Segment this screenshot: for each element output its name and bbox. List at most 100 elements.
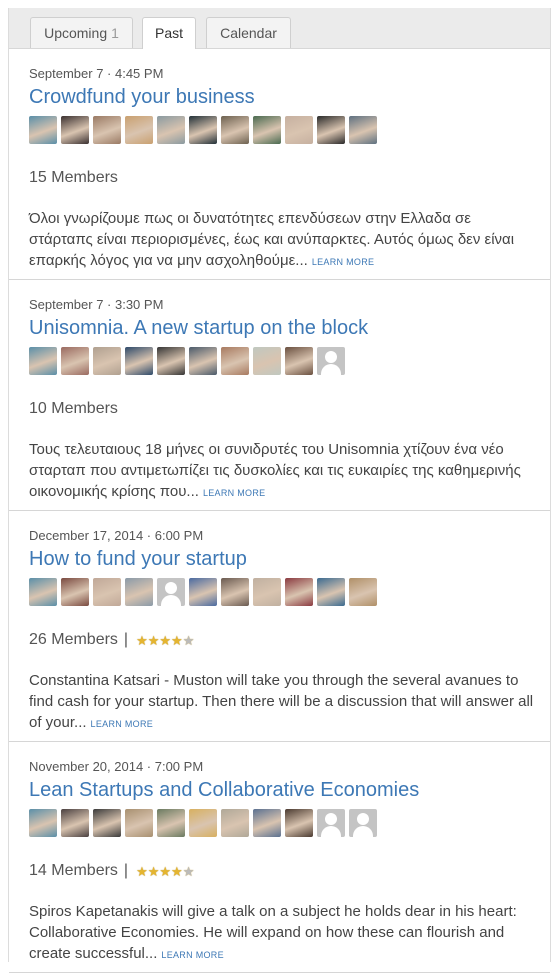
event-card[interactable]: November 20, 2014 · 7:00 PM Lean Startups… [9,742,550,973]
members-count: 10 Members [29,400,118,417]
star-icon: ★ [147,632,160,648]
tab-calendar-label: Calendar [220,25,277,41]
tab-upcoming-label: Upcoming [44,25,108,41]
avatar[interactable] [253,116,281,144]
learn-more-link[interactable]: LEARN MORE [203,488,266,498]
event-card[interactable]: September 7 · 4:45 PM Crowdfund your busi… [9,49,550,280]
event-description: Spiros Kapetanakis will give a talk on a… [29,901,534,966]
avatar[interactable] [61,578,89,606]
event-card[interactable]: September 7 · 3:30 PM Unisomnia. A new st… [9,280,550,511]
description-text: Τους τελευταιους 18 μήνες οι συνιδρυτές … [29,441,521,500]
avatar[interactable] [29,578,57,606]
events-panel: Upcoming 1 Past Calendar September 7 · 4:… [8,8,551,973]
event-title-link[interactable]: Crowdfund your business [29,86,255,109]
avatar[interactable] [93,578,121,606]
default-avatar-icon[interactable] [157,578,185,606]
avatar[interactable] [125,116,153,144]
star-icon: ★ [136,632,148,648]
avatar[interactable] [61,347,89,375]
attendee-avatars [29,578,381,606]
avatar[interactable] [61,116,89,144]
event-title-link[interactable]: How to fund your startup [29,548,247,571]
event-date: September 7 · 4:45 PM [29,66,164,81]
attendee-avatars [29,347,349,375]
description-text: Spiros Kapetanakis will give a talk on a… [29,903,517,962]
learn-more-link[interactable]: LEARN MORE [161,950,224,960]
tab-upcoming[interactable]: Upcoming 1 [30,17,133,48]
avatar[interactable] [29,116,57,144]
avatar[interactable] [157,347,185,375]
members-row: 14 Members | ★ ★ ★ ★ ★ [29,862,194,880]
avatar[interactable] [221,809,249,837]
event-title-link[interactable]: Unisomnia. A new startup on the block [29,317,368,340]
avatar[interactable] [125,809,153,837]
star-icon: ★ [159,863,172,879]
star-icon: ★ [171,863,183,879]
avatar[interactable] [253,578,281,606]
avatar[interactable] [285,116,313,144]
attendee-avatars [29,809,381,837]
avatar[interactable] [317,578,345,606]
avatar[interactable] [285,809,313,837]
avatar[interactable] [93,347,121,375]
attendee-avatars [29,116,381,144]
divider: | [123,631,129,648]
event-date: November 20, 2014 · 7:00 PM [29,759,204,774]
rating-stars: ★ ★ ★ ★ ★ [136,865,194,878]
default-avatar-icon[interactable] [317,809,345,837]
avatar[interactable] [253,809,281,837]
description-text: Όλοι γνωρίζουμε πως οι δυνατότητες επενδ… [29,210,515,269]
avatar[interactable] [61,809,89,837]
avatar[interactable] [285,578,313,606]
event-date: December 17, 2014 · 6:00 PM [29,528,204,543]
star-icon: ★ [182,863,195,879]
event-card[interactable]: December 17, 2014 · 6:00 PM How to fund y… [9,511,550,742]
default-avatar-icon[interactable] [349,809,377,837]
avatar[interactable] [93,809,121,837]
avatar[interactable] [93,116,121,144]
star-icon: ★ [171,632,183,648]
avatar[interactable] [189,809,217,837]
tab-calendar[interactable]: Calendar [206,17,291,48]
avatar[interactable] [221,347,249,375]
avatar[interactable] [29,347,57,375]
event-title-link[interactable]: Lean Startups and Collaborative Economie… [29,779,419,802]
event-description: Όλοι γνωρίζουμε πως οι δυνατότητες επενδ… [29,208,534,273]
members-count: 15 Members [29,169,118,186]
default-avatar-icon[interactable] [317,347,345,375]
star-icon: ★ [147,863,160,879]
avatar[interactable] [125,578,153,606]
learn-more-link[interactable]: LEARN MORE [91,719,154,729]
avatar[interactable] [189,347,217,375]
learn-more-link[interactable]: LEARN MORE [312,257,375,267]
star-icon: ★ [136,863,148,879]
avatar[interactable] [157,809,185,837]
avatar[interactable] [221,578,249,606]
avatar[interactable] [221,116,249,144]
tab-upcoming-count: 1 [111,25,119,41]
avatar[interactable] [157,116,185,144]
tab-past-label: Past [154,25,183,41]
members-row: 10 Members [29,400,118,418]
avatar[interactable] [285,347,313,375]
members-count: 14 Members [29,862,118,879]
avatar[interactable] [317,116,345,144]
avatar[interactable] [253,347,281,375]
tab-bar: Upcoming 1 Past Calendar [9,8,550,49]
event-description: Constantina Katsari - Muston will take y… [29,670,534,735]
event-date: September 7 · 3:30 PM [29,297,164,312]
event-description: Τους τελευταιους 18 μήνες οι συνιδρυτές … [29,439,534,504]
star-icon: ★ [182,632,195,648]
members-count: 26 Members [29,631,118,648]
star-icon: ★ [159,632,172,648]
members-row: 15 Members [29,169,118,187]
members-row: 26 Members | ★ ★ ★ ★ ★ [29,631,194,649]
tab-past[interactable]: Past [142,17,196,49]
avatar[interactable] [189,116,217,144]
rating-stars: ★ ★ ★ ★ ★ [136,634,194,647]
avatar[interactable] [189,578,217,606]
avatar[interactable] [349,578,377,606]
avatar[interactable] [349,116,377,144]
avatar[interactable] [29,809,57,837]
avatar[interactable] [125,347,153,375]
